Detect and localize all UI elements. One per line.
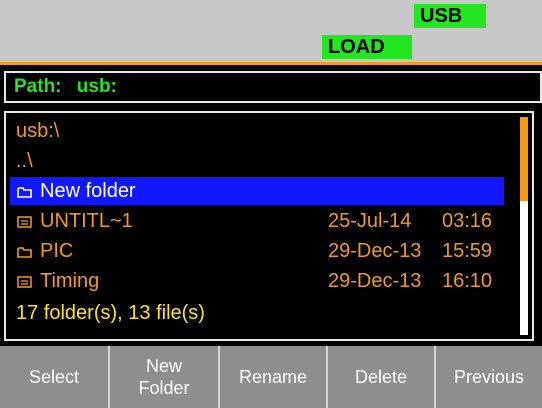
file-list[interactable]: usb:\ ..\ New folder UNTITL~1 25-Jul-14 …	[4, 111, 534, 341]
previous-button-label: Previous	[453, 367, 525, 387]
softkey-bar: Select New Folder Rename Delete Previous	[0, 346, 542, 408]
file-icon	[17, 276, 32, 288]
rename-button[interactable]: Rename	[220, 346, 328, 408]
folder-icon	[17, 187, 32, 198]
rename-button-label: Rename	[238, 367, 308, 387]
path-label: Path:	[14, 76, 62, 97]
new-folder-line1: New	[145, 356, 182, 376]
list-item-pic[interactable]: PIC 29-Dec-13 15:59	[10, 237, 504, 265]
load-status-badge: LOAD	[322, 35, 412, 59]
current-directory-label: usb:\	[16, 120, 60, 142]
previous-button[interactable]: Previous	[436, 346, 542, 408]
delete-button-label: Delete	[354, 367, 408, 387]
parent-directory-item[interactable]: ..\	[10, 147, 504, 175]
new-folder-line2: Folder	[138, 378, 190, 398]
list-item-untitl[interactable]: UNTITL~1 25-Jul-14 03:16	[10, 207, 504, 235]
delete-button[interactable]: Delete	[328, 346, 436, 408]
list-item-date: 25-Jul-14	[328, 210, 412, 232]
list-item-timing[interactable]: Timing 29-Dec-13 16:10	[10, 267, 504, 295]
file-icon	[17, 216, 32, 228]
new-folder-button-label: New Folder	[138, 355, 189, 399]
file-count-summary: 17 folder(s), 13 file(s)	[16, 302, 205, 324]
list-item-time: 03:16	[442, 210, 493, 232]
folder-icon	[17, 247, 32, 258]
list-item-time: 16:10	[442, 270, 493, 292]
list-item-name: PIC	[40, 240, 74, 262]
scrollbar[interactable]	[520, 117, 528, 335]
current-directory: usb:\	[10, 117, 504, 145]
select-button[interactable]: Select	[0, 346, 110, 408]
status-bar: USB LOAD	[0, 0, 542, 62]
new-folder-button[interactable]: New Folder	[110, 346, 220, 408]
path-value: usb:	[76, 76, 117, 97]
path-bar: Path: usb:	[4, 71, 542, 103]
list-item-name: New folder	[40, 180, 136, 202]
list-item-new-folder[interactable]: New folder	[10, 177, 504, 205]
list-item-date: 29-Dec-13	[328, 240, 422, 262]
list-item-name: Timing	[40, 270, 100, 292]
select-button-label: Select	[28, 367, 80, 387]
list-item-date: 29-Dec-13	[328, 270, 422, 292]
list-item-name: UNTITL~1	[40, 210, 133, 232]
scrollbar-thumb[interactable]	[520, 117, 528, 201]
list-item-time: 15:59	[442, 240, 493, 262]
parent-directory-label: ..\	[16, 150, 33, 172]
usb-status-badge: USB	[414, 4, 486, 28]
file-browser-screen: Path: usb: usb:\ ..\ New folder UNTITL~1…	[0, 65, 542, 345]
